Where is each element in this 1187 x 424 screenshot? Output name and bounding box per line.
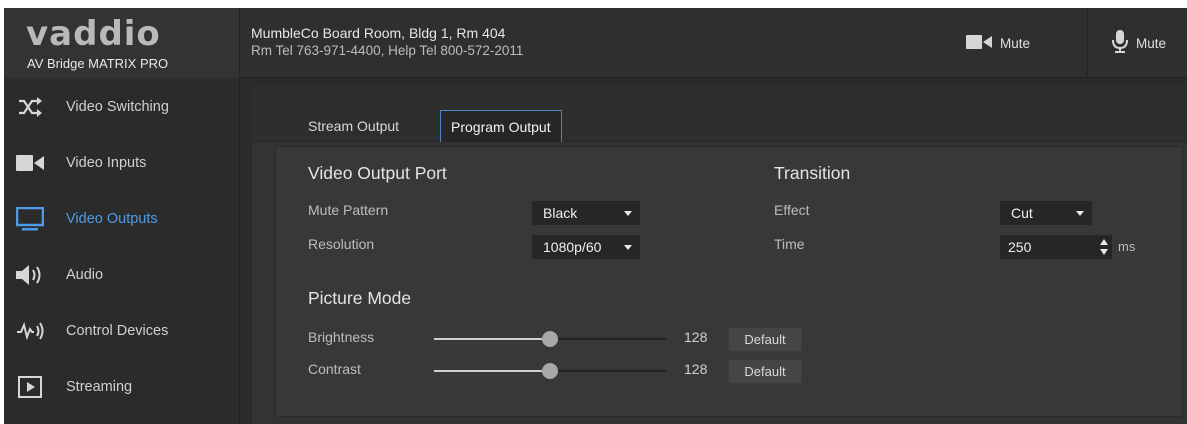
resolution-value: 1080p/60 [543, 239, 602, 255]
resolution-select[interactable]: 1080p/60 [532, 235, 640, 259]
effect-select[interactable]: Cut [1000, 201, 1092, 225]
sidebar-item-label: Video Outputs [66, 211, 158, 227]
room-info: MumbleCo Board Room, Bldg 1, Rm 404 Rm T… [251, 24, 523, 60]
contrast-slider[interactable] [434, 361, 666, 381]
audio-mute-label: Mute [1136, 35, 1167, 51]
sidebar-item-label: Streaming [66, 379, 133, 395]
monitor-icon [12, 205, 48, 233]
room-name: MumbleCo Board Room, Bldg 1, Rm 404 [251, 25, 506, 41]
brightness-slider[interactable] [434, 329, 666, 349]
sidebar-item-streaming[interactable]: Streaming [4, 359, 240, 415]
slider-fill [434, 370, 550, 372]
microphone-icon [1112, 29, 1128, 57]
chevron-down-icon [624, 211, 632, 216]
resolution-label: Resolution [308, 236, 375, 252]
time-value: 250 [1008, 239, 1032, 255]
sidebar-item-control-devices[interactable]: Control Devices [4, 303, 240, 359]
mute-pattern-value: Black [543, 205, 578, 221]
stepper-icon[interactable] [1099, 238, 1109, 256]
vaddio-logo[interactable]: vaddio [26, 14, 161, 54]
sidebar-item-audio[interactable]: Audio [4, 247, 240, 303]
sidebar-item-video-outputs[interactable]: Video Outputs [4, 191, 240, 247]
brightness-default-button[interactable]: Default [728, 327, 802, 352]
effect-label: Effect [774, 202, 810, 218]
tab-program-output[interactable]: Program Output [440, 110, 562, 142]
shuffle-icon [12, 93, 48, 121]
video-camera-icon [12, 149, 48, 177]
chevron-down-icon [624, 245, 632, 250]
sidebar: Video Switching Video Inputs Video Outpu… [4, 79, 240, 424]
output-tabs: Stream Output Program Output [252, 86, 1187, 142]
sidebar-item-label: Video Switching [66, 99, 169, 115]
picture-mode-title: Picture Mode [308, 288, 412, 308]
effect-value: Cut [1011, 205, 1033, 221]
time-label: Time [774, 236, 805, 252]
brand-area: vaddio AV Bridge MATRIX PRO [4, 8, 240, 78]
header-divider [1087, 8, 1088, 78]
contrast-default-button[interactable]: Default [728, 359, 802, 384]
app-window: vaddio AV Bridge MATRIX PRO MumbleCo Boa… [4, 8, 1187, 424]
slider-thumb[interactable] [542, 331, 558, 347]
tab-stream-output[interactable]: Stream Output [298, 110, 409, 142]
mute-pattern-select[interactable]: Black [532, 201, 640, 225]
chevron-down-icon [1076, 211, 1084, 216]
room-phones: Rm Tel 763-971-4400, Help Tel 800-572-20… [251, 43, 524, 58]
speaker-icon [12, 261, 48, 289]
video-mute-label: Mute [1000, 35, 1031, 51]
sidebar-item-label: Audio [66, 267, 104, 283]
audio-mute-button[interactable]: Mute [1112, 8, 1166, 78]
product-name: AV Bridge MATRIX PRO [27, 56, 169, 71]
time-input[interactable]: 250 [1000, 235, 1112, 259]
video-mute-button[interactable]: Mute [966, 8, 1030, 78]
mute-pattern-label: Mute Pattern [308, 202, 389, 218]
slider-thumb[interactable] [542, 363, 558, 379]
video-output-port-title: Video Output Port [308, 163, 447, 183]
contrast-value: 128 [684, 361, 708, 377]
time-unit: ms [1118, 239, 1136, 254]
header-bar: vaddio AV Bridge MATRIX PRO MumbleCo Boa… [4, 8, 1187, 78]
program-output-panel: Video Output Port Mute Pattern Black Res… [275, 146, 1183, 417]
brightness-label: Brightness [308, 329, 375, 345]
transition-title: Transition [774, 163, 851, 183]
main-content: Stream Output Program Output Video Outpu… [252, 86, 1187, 424]
signal-icon [12, 317, 48, 345]
contrast-label: Contrast [308, 361, 361, 377]
sidebar-item-label: Video Inputs [66, 155, 147, 171]
sidebar-item-label: Control Devices [66, 323, 169, 339]
sidebar-item-video-inputs[interactable]: Video Inputs [4, 135, 240, 191]
video-camera-icon [966, 34, 992, 53]
sidebar-item-video-switching[interactable]: Video Switching [4, 79, 240, 135]
slider-fill [434, 338, 550, 340]
brightness-value: 128 [684, 329, 708, 345]
play-box-icon [12, 373, 48, 401]
